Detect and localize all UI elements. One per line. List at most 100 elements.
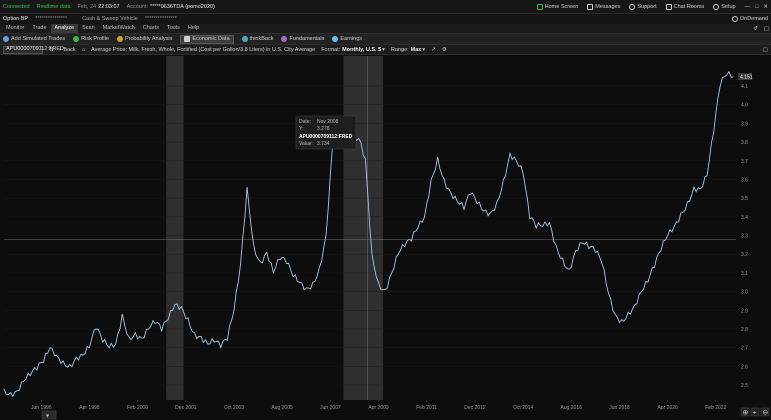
- tooltip-y-value: 3.278: [317, 126, 330, 132]
- economic-data-chart[interactable]: 2.5 2.6 2.7 2.8 2.9 3.0 3.1 3.2 3.3 3.4 3.5 3.6 3.7 3…: [0, 56, 771, 420]
- cash-label: Cash & Sweep Vehicle: [82, 16, 138, 22]
- y-tick-label: 3.6: [741, 177, 748, 183]
- tab-analyze[interactable]: Analyze: [50, 24, 79, 33]
- x-tick-label: Apr 1998: [79, 405, 100, 411]
- fundamentals-icon: [281, 36, 288, 42]
- home-screen-button[interactable]: Home Screen: [536, 3, 578, 10]
- chat-icon: [665, 3, 672, 10]
- x-tick-label: Oct 2014: [513, 405, 534, 411]
- option-bp-value: ***************: [35, 16, 68, 22]
- y-tick-label: 2.6: [741, 364, 748, 370]
- chart-toolbar: APU0000709112:FRED ⇅ ‹ Back ⌂ Average Pri…: [0, 44, 771, 55]
- detach-icon[interactable]: ▢: [764, 26, 769, 32]
- range-selector[interactable]: Range: Max ▾: [391, 47, 425, 53]
- y-tick-label: 4.1: [741, 84, 748, 90]
- share-icon[interactable]: ↗: [431, 47, 436, 53]
- tab-marketwatch[interactable]: MarketWatch: [99, 24, 139, 33]
- tab-scan[interactable]: Scan: [78, 24, 99, 33]
- y-tick-label: 3.8: [741, 140, 748, 146]
- chevron-down-icon: ▾: [422, 46, 426, 53]
- x-tick-label: Aug 2005: [271, 405, 293, 411]
- x-tick-label: Dec 2012: [464, 405, 486, 411]
- chart-svg: 2.52.62.72.82.93.03.13.23.33.43.53.63.73…: [3, 56, 770, 420]
- cash-value: ***************: [144, 16, 177, 22]
- x-tick-label: Jun 2007: [320, 405, 341, 411]
- crosshair-icon: ⌖: [753, 410, 757, 417]
- back-button[interactable]: ‹ Back: [60, 47, 76, 53]
- window-close-icon[interactable]: ✕: [763, 4, 768, 10]
- tooltip-y-label: Y:: [299, 126, 303, 132]
- ondemand-button[interactable]: OnDemand: [731, 16, 768, 22]
- x-tick-label: Dec 2001: [175, 405, 197, 411]
- x-tick-label: Apr 2009: [368, 405, 389, 411]
- subtab-earnings[interactable]: Earnings: [332, 36, 362, 42]
- tab-trade[interactable]: Trade: [28, 24, 50, 33]
- gear-icon: [713, 3, 720, 10]
- subtab-add-simulated-trades[interactable]: Add Simulated Trades: [3, 36, 65, 42]
- x-axis-ticks: Jun 1996 Apr 1998 Feb 2000 Dec 2001 Oct 2003…: [31, 400, 727, 411]
- subtab-fundamentals[interactable]: Fundamentals: [281, 36, 324, 42]
- window-minimize-icon[interactable]: —: [745, 4, 751, 10]
- x-tick-label: Oct 2003: [224, 405, 245, 411]
- home-icon[interactable]: ⌂: [82, 47, 85, 53]
- subtab-thinkback[interactable]: thinkBack: [241, 36, 273, 42]
- last-value-marker: 4.151: [738, 73, 753, 81]
- chevron-down-icon: ▾: [46, 414, 49, 420]
- tooltip-series: APU0000709112:FRED: [299, 134, 353, 140]
- earnings-icon: [332, 36, 339, 42]
- y-tick-label: 3.5: [741, 196, 748, 202]
- data-mode[interactable]: Realtime data: [37, 4, 71, 10]
- top-right-buttons: Home Screen Messages Support Chat Rooms …: [528, 3, 768, 10]
- zoom-out-icon: ⊖: [763, 410, 769, 417]
- y-tick-label: 2.5: [741, 383, 748, 389]
- y-tick-label: 3.0: [741, 290, 748, 296]
- status-time: 22:03:07: [98, 3, 120, 10]
- economic-data-icon: [184, 36, 191, 42]
- y-axis-ticks: 2.5 2.6 2.7 2.8 2.9 3.0 3.1 3.2 3.3 3.4 3.5 3.6 3.7 3…: [741, 84, 748, 389]
- main-tabs: Monitor Trade Analyze Scan MarketWatch C…: [0, 24, 771, 33]
- tooltip-value: 3.734: [317, 141, 330, 147]
- symbol-input[interactable]: APU0000709112:FRED: [3, 45, 64, 54]
- y-tick-label: 4.0: [741, 103, 748, 109]
- subtab-economic-data[interactable]: Economic Data: [180, 34, 234, 44]
- tooltip-value-label: Value:: [299, 141, 313, 147]
- connection-status: Connected: [3, 3, 30, 10]
- price-tooltip: Date: Nov 2008 Y: 3.278 APU0000709112:FR…: [295, 115, 357, 150]
- tab-tools[interactable]: Tools: [163, 24, 184, 33]
- setup-button[interactable]: Setup: [713, 3, 736, 10]
- x-tick-label: Feb 2022: [705, 405, 726, 411]
- ondemand-icon: [731, 16, 738, 22]
- subtab-probability-analysis[interactable]: Probability Analysis: [116, 36, 172, 42]
- chat-rooms-button[interactable]: Chat Rooms: [665, 3, 704, 10]
- tab-monitor[interactable]: Monitor: [2, 24, 28, 33]
- tab-charts[interactable]: Charts: [139, 24, 163, 33]
- x-tick-label: Apr 2020: [658, 405, 679, 411]
- chevron-left-icon: ‹: [59, 46, 62, 53]
- messages-button[interactable]: Messages: [587, 3, 620, 10]
- window-restore-icon[interactable]: □: [755, 4, 758, 10]
- x-tick-label: Aug 2016: [560, 405, 582, 411]
- chart-settings-icon[interactable]: ▢: [763, 47, 768, 53]
- account-selector[interactable]: *****0636TDA (pomo2020): [150, 4, 215, 10]
- last-value-label: 4.151: [740, 75, 753, 81]
- layout-icon[interactable]: ↺: [753, 26, 758, 32]
- sort-icon[interactable]: ⇅: [49, 47, 54, 53]
- y-tick-label: 3.7: [741, 159, 748, 165]
- x-tick-label: Feb 2011: [416, 405, 437, 411]
- zoom-in-icon: ⊕: [743, 410, 749, 417]
- support-button[interactable]: Support: [629, 3, 657, 10]
- format-selector[interactable]: Format: Monthly, U.S. $ ▾: [321, 47, 385, 53]
- series-title: Average Price: Milk, Fresh, Whole, Forti…: [91, 46, 316, 53]
- y-tick-label: 3.9: [741, 121, 748, 127]
- subtab-risk-profile[interactable]: Risk Profile: [73, 36, 109, 42]
- probability-icon: [116, 36, 123, 42]
- help-icon: [629, 3, 636, 10]
- gear-icon[interactable]: ⚙: [442, 47, 447, 53]
- tooltip-date-label: Date:: [299, 119, 311, 125]
- chevron-down-icon: ▾: [382, 46, 385, 53]
- tab-help[interactable]: Help: [184, 24, 203, 33]
- add-trades-icon: [3, 36, 9, 42]
- recession-band-1: [343, 56, 384, 400]
- risk-profile-icon: [73, 36, 80, 42]
- account-bar: Option BP *************** Cash & Sweep V…: [0, 14, 771, 24]
